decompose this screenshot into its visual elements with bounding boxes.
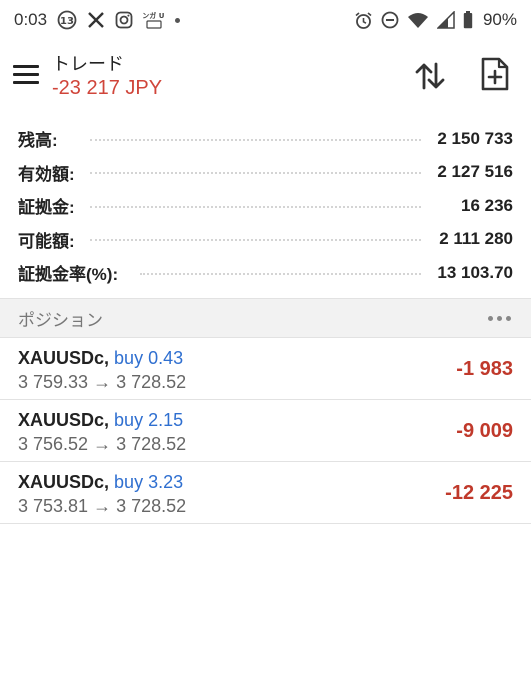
position-header-line: XAUUSDc, buy 0.43 (18, 348, 183, 369)
position-profit: -9 009 (456, 420, 513, 442)
positions-list: XAUUSDc, buy 0.43 3 759.33 → 3 728.52 -1… (0, 338, 531, 524)
total-profit: -23 217 JPY (52, 77, 163, 99)
new-order-icon[interactable] (479, 56, 515, 94)
summary-label: 証拠金: (18, 193, 83, 219)
position-profit: -1 983 (456, 358, 513, 380)
position-side: buy 0.43 (114, 348, 184, 368)
summary-label: 残高: (18, 126, 66, 152)
position-profit: -12 225 (445, 482, 513, 504)
summary-value: 16 236 (453, 195, 513, 216)
position-header-line: XAUUSDc, buy 2.15 (18, 410, 183, 431)
manga-up-icon: マンガ UP! (143, 10, 165, 30)
battery-percent: 90% (482, 10, 517, 29)
dotted-leader (90, 172, 421, 175)
x-icon (87, 11, 105, 29)
dotted-leader (90, 138, 421, 141)
summary-row-balance: 残高: 2 150 733 (0, 122, 531, 156)
position-prices: 3 753.81 → 3 728.52 (18, 496, 187, 516)
summary-label: 証拠金率(%): (18, 260, 127, 286)
status-right: 90% (354, 10, 517, 30)
instagram-icon (115, 11, 133, 29)
page-title: トレード (52, 54, 124, 74)
account-summary: 残高: 2 150 733 有効額: 2 127 516 証拠金: 16 236… (0, 122, 531, 290)
summary-row-free-margin: 可能額: 2 111 280 (0, 223, 531, 257)
positions-title: ポジション (18, 310, 103, 330)
position-side: buy 2.15 (114, 410, 184, 430)
status-left: 0:03 13 マンガ UP! (14, 10, 181, 30)
summary-row-equity: 有効額: 2 127 516 (0, 156, 531, 190)
summary-label: 有効額: (18, 159, 83, 185)
notification-dot-icon (175, 17, 181, 23)
summary-value: 2 127 516 (429, 162, 513, 183)
status-time: 0:03 (14, 10, 48, 29)
sort-icon[interactable] (412, 58, 448, 94)
svg-text:13: 13 (60, 16, 74, 27)
status-bar: 0:03 13 マンガ UP! 90% (0, 0, 531, 40)
summary-value: 2 111 280 (431, 229, 513, 250)
menu-icon[interactable] (10, 58, 42, 90)
summary-value: 13 103.70 (429, 262, 513, 283)
position-row[interactable]: XAUUSDc, buy 3.23 3 753.81 → 3 728.52 -1… (0, 462, 531, 524)
position-row[interactable]: XAUUSDc, buy 0.43 3 759.33 → 3 728.52 -1… (0, 338, 531, 400)
dnd-icon (381, 11, 399, 29)
dotted-leader (140, 272, 421, 275)
wifi-icon (407, 11, 429, 29)
position-prices: 3 756.52 → 3 728.52 (18, 434, 187, 454)
summary-row-margin-level: 証拠金率(%): 13 103.70 (0, 256, 531, 290)
more-options-icon[interactable] (486, 310, 513, 327)
position-symbol: XAUUSDc, (18, 348, 110, 368)
13-badge-icon: 13 (57, 10, 77, 30)
summary-label: 可能額: (18, 226, 83, 252)
summary-row-margin: 証拠金: 16 236 (0, 189, 531, 223)
position-prices: 3 759.33 → 3 728.52 (18, 372, 187, 392)
signal-icon (436, 11, 455, 29)
summary-value: 2 150 733 (429, 128, 513, 149)
alarm-icon (354, 11, 373, 30)
battery-icon (463, 11, 473, 29)
app-bar: トレード -23 217 JPY (0, 40, 531, 110)
position-symbol: XAUUSDc, (18, 472, 110, 492)
dotted-leader (90, 239, 421, 242)
dotted-leader (90, 205, 421, 208)
positions-section-header: ポジション (0, 298, 531, 338)
position-row[interactable]: XAUUSDc, buy 2.15 3 756.52 → 3 728.52 -9… (0, 400, 531, 462)
position-symbol: XAUUSDc, (18, 410, 110, 430)
position-header-line: XAUUSDc, buy 3.23 (18, 472, 183, 493)
svg-text:マンガ UP!: マンガ UP! (143, 11, 165, 20)
position-side: buy 3.23 (114, 472, 184, 492)
